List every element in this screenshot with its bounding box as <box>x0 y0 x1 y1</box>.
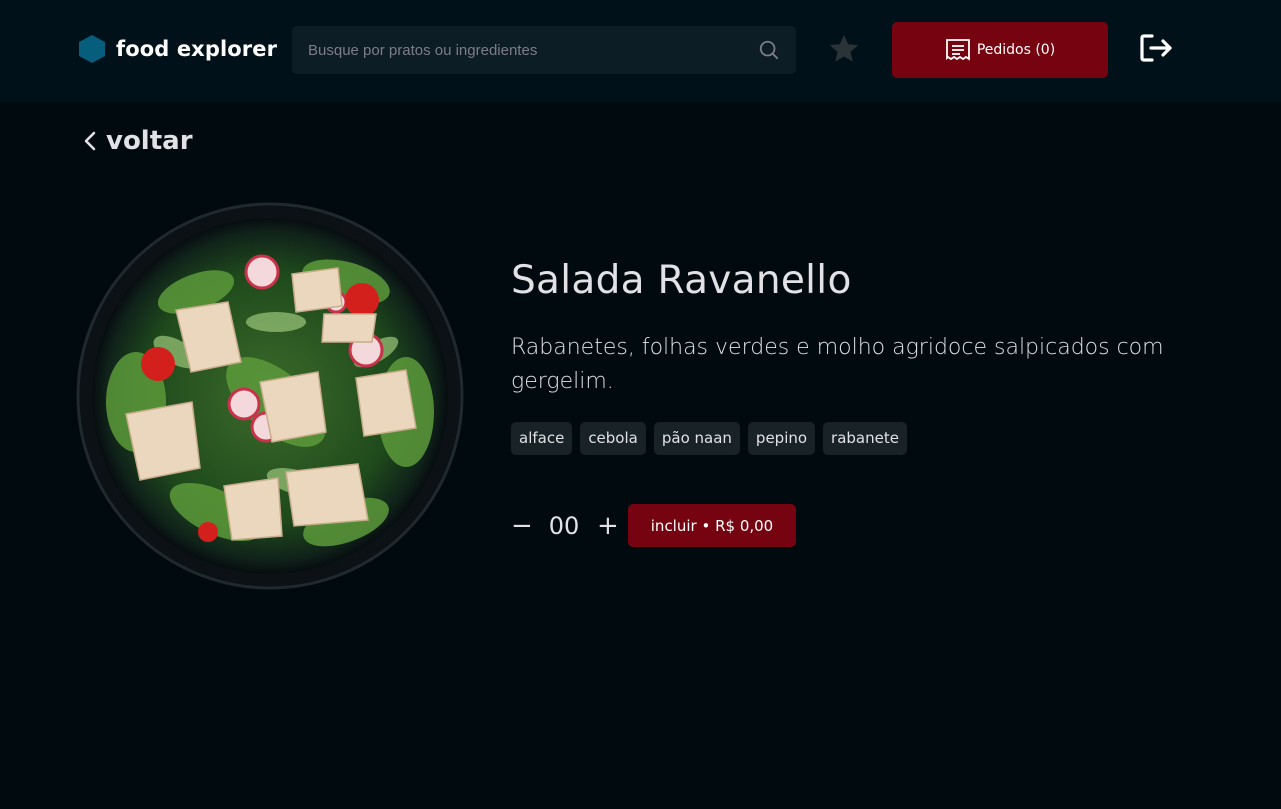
search-input[interactable] <box>308 41 738 59</box>
orders-label: Pedidos (0) <box>976 42 1056 58</box>
decrease-button[interactable]: − <box>511 506 533 546</box>
hexagon-logo-icon <box>79 35 105 63</box>
ingredient-tag: pepino <box>747 422 816 455</box>
add-to-order-button[interactable]: incluir • R$ 0,00 <box>628 504 796 547</box>
chevron-left-icon <box>84 131 96 151</box>
search-icon[interactable] <box>758 39 780 61</box>
quantity-value: 00 <box>548 512 580 540</box>
back-label: voltar <box>106 126 193 156</box>
dish-title: Salada Ravanello <box>511 258 852 303</box>
star-icon[interactable] <box>827 32 861 66</box>
receipt-icon <box>945 39 970 61</box>
ingredient-tag: pão naan <box>653 422 740 455</box>
search-bar <box>292 26 796 74</box>
quantity-stepper: − 00 + <box>511 506 619 546</box>
brand-name: food explorer <box>116 37 278 61</box>
app-header: food explorer Pedidos (0) <box>0 0 1281 102</box>
ingredient-tag: rabanete <box>823 422 907 455</box>
dish-image <box>76 202 464 590</box>
orders-button[interactable]: Pedidos (0) <box>892 22 1108 78</box>
logout-icon[interactable] <box>1139 33 1173 63</box>
brand-logo[interactable]: food explorer <box>78 34 277 64</box>
dish-description: Rabanetes, folhas verdes e molho agridoc… <box>511 335 1164 394</box>
back-link[interactable]: voltar <box>82 126 193 156</box>
ingredient-tag: cebola <box>580 422 646 455</box>
increase-button[interactable]: + <box>597 506 619 546</box>
ingredient-tags: alface cebola pão naan pepino rabanete <box>511 422 907 455</box>
ingredient-tag: alface <box>511 422 573 455</box>
